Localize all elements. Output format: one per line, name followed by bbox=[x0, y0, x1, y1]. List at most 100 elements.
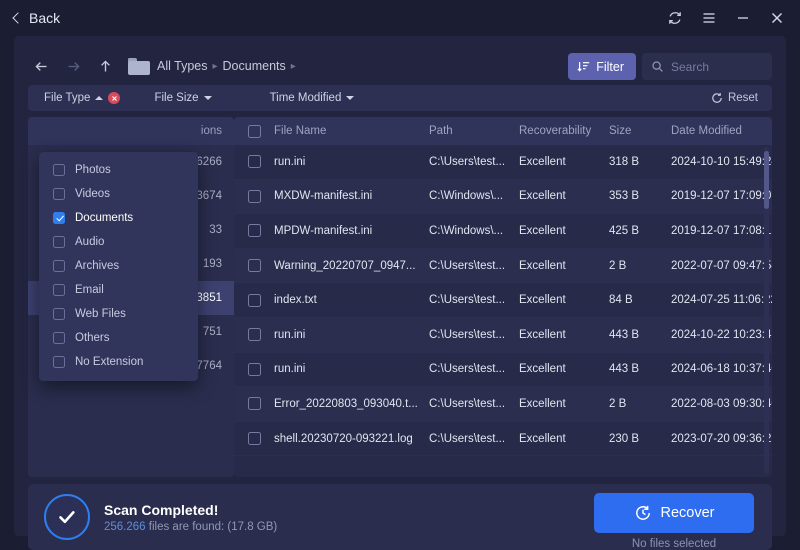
file-type-option-web-files[interactable]: Web Files bbox=[39, 302, 198, 326]
back-button-label: Back bbox=[29, 10, 61, 26]
category-header-label: ions bbox=[200, 125, 222, 137]
cell-recoverability: Excellent bbox=[519, 259, 566, 272]
column-header-date-modified[interactable]: Date Modified bbox=[671, 125, 772, 137]
row-checkbox[interactable] bbox=[247, 432, 261, 446]
category-row-count: 751 bbox=[202, 326, 222, 338]
cell-path: C:\Users\test... bbox=[429, 328, 506, 341]
row-checkbox[interactable] bbox=[247, 293, 261, 307]
close-icon[interactable] bbox=[762, 4, 792, 32]
window-body: All Types ▸ Documents ▸ Filter Search Fi… bbox=[14, 36, 786, 550]
filter-chip-bar: File Type File Size Time Modified Reset bbox=[28, 85, 772, 111]
cell-path: C:\Users\test... bbox=[429, 432, 506, 445]
file-type-option-archives[interactable]: Archives bbox=[39, 254, 198, 278]
table-row[interactable]: shell.20230720-093221.log C:\Users\test..… bbox=[234, 422, 772, 457]
file-type-option-email[interactable]: Email bbox=[39, 278, 198, 302]
refresh-icon[interactable] bbox=[660, 4, 690, 32]
table-row[interactable]: MPDW-manifest.ini C:\Windows\... Excellent… bbox=[234, 214, 772, 249]
checkbox-icon[interactable] bbox=[53, 308, 65, 320]
minimize-icon[interactable] bbox=[728, 4, 758, 32]
menu-icon[interactable] bbox=[694, 4, 724, 32]
file-type-option-others[interactable]: Others bbox=[39, 326, 198, 350]
row-checkbox[interactable] bbox=[247, 397, 261, 411]
select-all-checkbox[interactable] bbox=[247, 124, 261, 138]
file-type-option-audio[interactable]: Audio bbox=[39, 230, 198, 254]
file-type-option-videos[interactable]: Videos bbox=[39, 182, 198, 206]
clear-file-type-filter-icon[interactable] bbox=[108, 92, 121, 104]
cell-path: C:\Windows\... bbox=[429, 190, 504, 203]
column-header-file-name[interactable]: File Name bbox=[274, 125, 429, 137]
cell-date-modified: 2024-10-22 10:23:46 bbox=[671, 328, 772, 341]
filter-chip-file-type-label: File Type bbox=[44, 92, 91, 104]
row-checkbox[interactable] bbox=[247, 224, 261, 238]
file-type-option-list: Photos Videos Documents Audio Archives Email W… bbox=[39, 158, 198, 374]
file-type-option-no-extension[interactable]: No Extension bbox=[39, 350, 198, 374]
table-row[interactable]: MXDW-manifest.ini C:\Windows\... Excellent… bbox=[234, 179, 772, 215]
column-header-recoverability[interactable]: Recoverability bbox=[519, 125, 609, 137]
column-header-path[interactable]: Path bbox=[429, 125, 519, 137]
table-row[interactable]: run.ini C:\Users\test... Excellent 443 B 202… bbox=[234, 353, 772, 388]
cell-file-name: MPDW-manifest.ini bbox=[274, 224, 373, 237]
table-scrollbar[interactable] bbox=[764, 147, 769, 473]
cell-date-modified: 2024-10-10 15:49:24 bbox=[671, 155, 772, 168]
file-table-header: File Name Path Recoverability Size Date … bbox=[234, 117, 772, 145]
cell-date-modified: 2022-07-07 09:47:54 bbox=[671, 259, 772, 272]
checkbox-icon[interactable] bbox=[53, 260, 65, 272]
cell-size: 443 B bbox=[609, 363, 640, 376]
file-type-option-label: Documents bbox=[75, 212, 134, 224]
file-type-option-photos[interactable]: Photos bbox=[39, 158, 198, 182]
breadcrumb-item-all-types[interactable]: All Types bbox=[157, 59, 208, 73]
row-checkbox[interactable] bbox=[247, 189, 261, 203]
forward-arrow-icon[interactable] bbox=[60, 53, 86, 79]
checkbox-icon[interactable] bbox=[53, 332, 65, 344]
cell-size: 425 B bbox=[609, 224, 640, 237]
back-arrow-icon[interactable] bbox=[28, 53, 54, 79]
up-arrow-icon[interactable] bbox=[92, 53, 118, 79]
table-scrollbar-thumb[interactable] bbox=[764, 151, 769, 209]
cell-size: 443 B bbox=[609, 328, 640, 341]
select-all-checkbox-cell bbox=[234, 124, 274, 138]
cell-size: 2 B bbox=[609, 259, 627, 272]
cell-date-modified: 2019-12-07 17:09:07 bbox=[671, 190, 772, 203]
filter-chip-file-size-label: File Size bbox=[154, 92, 199, 104]
breadcrumb-item-documents[interactable]: Documents bbox=[223, 59, 286, 73]
search-box[interactable] bbox=[642, 53, 772, 80]
cell-date-modified: 2024-06-18 10:37:40 bbox=[671, 363, 772, 376]
cell-recoverability: Excellent bbox=[519, 294, 566, 307]
filter-chip-file-type[interactable]: File Type bbox=[34, 85, 130, 111]
category-row-count: 3674 bbox=[196, 190, 222, 202]
filter-button[interactable]: Filter bbox=[568, 53, 636, 80]
cell-path: C:\Users\test... bbox=[429, 155, 506, 168]
table-row[interactable]: run.ini C:\Users\test... Excellent 443 B 202… bbox=[234, 317, 772, 353]
back-button[interactable]: Back bbox=[12, 10, 61, 26]
filter-button-label: Filter bbox=[596, 59, 624, 74]
column-header-size[interactable]: Size bbox=[609, 125, 671, 137]
checkbox-icon[interactable] bbox=[53, 284, 65, 296]
checkbox-icon[interactable] bbox=[53, 212, 65, 224]
filter-chip-time-modified[interactable]: Time Modified bbox=[260, 85, 365, 111]
file-type-option-label: Web Files bbox=[75, 308, 126, 320]
category-row-count: 7764 bbox=[196, 360, 222, 372]
table-row[interactable]: Error_20220803_093040.t... C:\Users\test.… bbox=[234, 387, 772, 422]
row-checkbox[interactable] bbox=[247, 259, 261, 273]
file-table: File Name Path Recoverability Size Date … bbox=[234, 117, 772, 477]
recover-button[interactable]: Recover bbox=[594, 493, 754, 533]
checkbox-icon[interactable] bbox=[53, 164, 65, 176]
table-row[interactable]: index.txt C:\Users\test... Excellent 84 B 20… bbox=[234, 283, 772, 318]
file-type-option-documents[interactable]: Documents bbox=[39, 206, 198, 230]
row-checkbox[interactable] bbox=[247, 328, 261, 342]
table-row[interactable]: Warning_20220707_0947... C:\Users\test...… bbox=[234, 248, 772, 284]
filter-chip-file-size[interactable]: File Size bbox=[144, 85, 221, 111]
checkbox-icon[interactable] bbox=[53, 188, 65, 200]
table-row[interactable]: run.ini C:\Users\test... Excellent 318 B 202… bbox=[234, 145, 772, 180]
folder-icon bbox=[128, 57, 150, 75]
checkbox-icon[interactable] bbox=[53, 356, 65, 368]
row-checkbox[interactable] bbox=[247, 155, 261, 169]
reset-filters-button[interactable]: Reset bbox=[705, 88, 764, 108]
checkbox-icon[interactable] bbox=[53, 236, 65, 248]
breadcrumb-separator: ▸ bbox=[212, 60, 218, 72]
cell-date-modified: 2024-07-25 11:06:22 bbox=[671, 294, 772, 307]
scan-title: Scan Completed! bbox=[104, 501, 219, 518]
search-input[interactable] bbox=[671, 59, 763, 74]
no-files-selected-label: No files selected bbox=[631, 538, 717, 550]
row-checkbox[interactable] bbox=[247, 362, 261, 376]
